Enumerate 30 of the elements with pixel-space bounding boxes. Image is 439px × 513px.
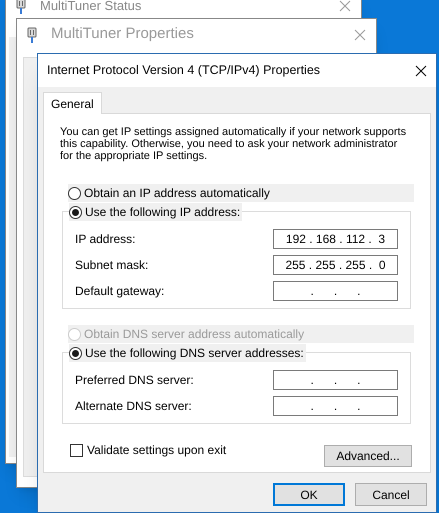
- dialog-title: Internet Protocol Version 4 (TCP/IPv4) Properties: [47, 62, 320, 80]
- field-label: Alternate DNS server:: [75, 398, 192, 415]
- radio-label: Obtain an IP address automatically: [84, 185, 270, 202]
- ip-address-field[interactable]: . . .: [273, 281, 398, 301]
- plug-icon: [27, 26, 37, 42]
- checkbox-label: Validate settings upon exit: [87, 442, 226, 459]
- radio-button[interactable]: [68, 186, 81, 200]
- plug-icon: [16, 0, 26, 14]
- ip-address-field[interactable]: . . .: [273, 396, 398, 416]
- close-icon[interactable]: [415, 64, 427, 76]
- radio-button[interactable]: [69, 346, 82, 360]
- advanced-button[interactable]: Advanced...: [324, 445, 412, 467]
- field-label: Preferred DNS server:: [75, 372, 194, 389]
- field-label: Default gateway:: [75, 283, 164, 300]
- window-title: MultiTuner Properties: [51, 24, 194, 44]
- radio-label: Obtain DNS server address automatically: [84, 326, 304, 343]
- radio-button[interactable]: [69, 206, 82, 218]
- field-label: IP address:: [75, 231, 136, 248]
- field-label: Subnet mask:: [75, 257, 148, 274]
- radio-label: Use the following IP address:: [85, 204, 240, 221]
- window-title: MultiTuner Status: [40, 0, 142, 13]
- ip-address-field[interactable]: 192 . 168 . 112 . 3: [273, 229, 398, 249]
- tab[interactable]: General: [43, 92, 102, 114]
- checkbox[interactable]: [70, 444, 83, 456]
- ip-address-field[interactable]: 255 . 255 . 255 . 0: [273, 255, 398, 275]
- ip-address-field[interactable]: . . .: [273, 370, 398, 390]
- dialog-button[interactable]: OK: [273, 483, 345, 506]
- radio-label: Use the following DNS server addresses:: [85, 345, 304, 362]
- dialog-button[interactable]: Cancel: [355, 483, 427, 506]
- intro-text: You can get IP settings assigned automatically if your network supports this capability. Otherwise, you need to ask your network administrator for the appropriate IP settings.: [60, 126, 408, 162]
